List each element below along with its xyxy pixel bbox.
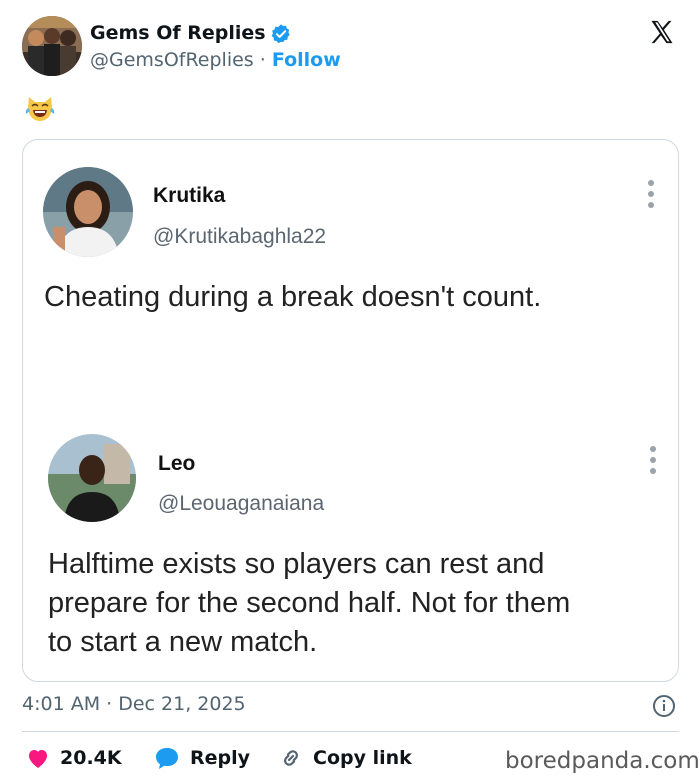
kebab-menu-icon [648, 180, 654, 208]
divider [22, 731, 679, 732]
leo-text-line: prepare for the second half. Not for the… [48, 587, 571, 619]
kebab-menu-icon [650, 446, 656, 474]
leo-text-line: to start a new match. [48, 626, 318, 658]
watermark: boredpanda.com [505, 748, 700, 774]
author-handle[interactable]: @GemsOfReplies [90, 49, 254, 71]
laughing-cat-emoji [25, 97, 55, 121]
speech-bubble-icon [156, 748, 178, 769]
krutika-avatar [43, 167, 133, 257]
tweet-header: Gems Of Replies @GemsOfReplies · Follow [22, 16, 682, 78]
leo-text: Halftime exists so players can rest and … [48, 545, 673, 662]
quoted-screenshot-card[interactable]: Krutika @Krutikabaghla22 Cheating during… [22, 139, 679, 682]
heart-icon [29, 750, 47, 768]
copy-link-label: Copy link [313, 747, 412, 769]
like-count: 20.4K [60, 747, 122, 769]
link-icon [284, 750, 298, 766]
krutika-name: Krutika [153, 184, 226, 207]
tweet-timestamp[interactable]: 4:01 AM · Dec 21, 2025 [22, 693, 246, 715]
leo-avatar [48, 434, 136, 522]
author-name[interactable]: Gems Of Replies [90, 22, 266, 44]
reply-button[interactable]: Reply [154, 742, 250, 774]
author-avatar[interactable] [22, 16, 82, 76]
x-logo-icon[interactable] [648, 18, 676, 46]
info-icon[interactable] [652, 694, 676, 718]
leo-name: Leo [158, 452, 196, 475]
author-handle-row: @GemsOfReplies · Follow [90, 49, 341, 71]
separator-dot: · [259, 49, 266, 71]
follow-button[interactable]: Follow [272, 49, 341, 71]
copy-link-button[interactable]: Copy link [279, 742, 412, 774]
verified-badge-icon [271, 24, 290, 44]
leo-text-line: Halftime exists so players can rest and [48, 548, 545, 580]
krutika-text: Cheating during a break doesn't count. [44, 281, 542, 313]
reply-label: Reply [190, 747, 251, 769]
like-button[interactable]: 20.4K [26, 742, 122, 774]
leo-handle: @Leouaganaiana [158, 492, 325, 515]
krutika-handle: @Krutikabaghla22 [153, 225, 327, 248]
